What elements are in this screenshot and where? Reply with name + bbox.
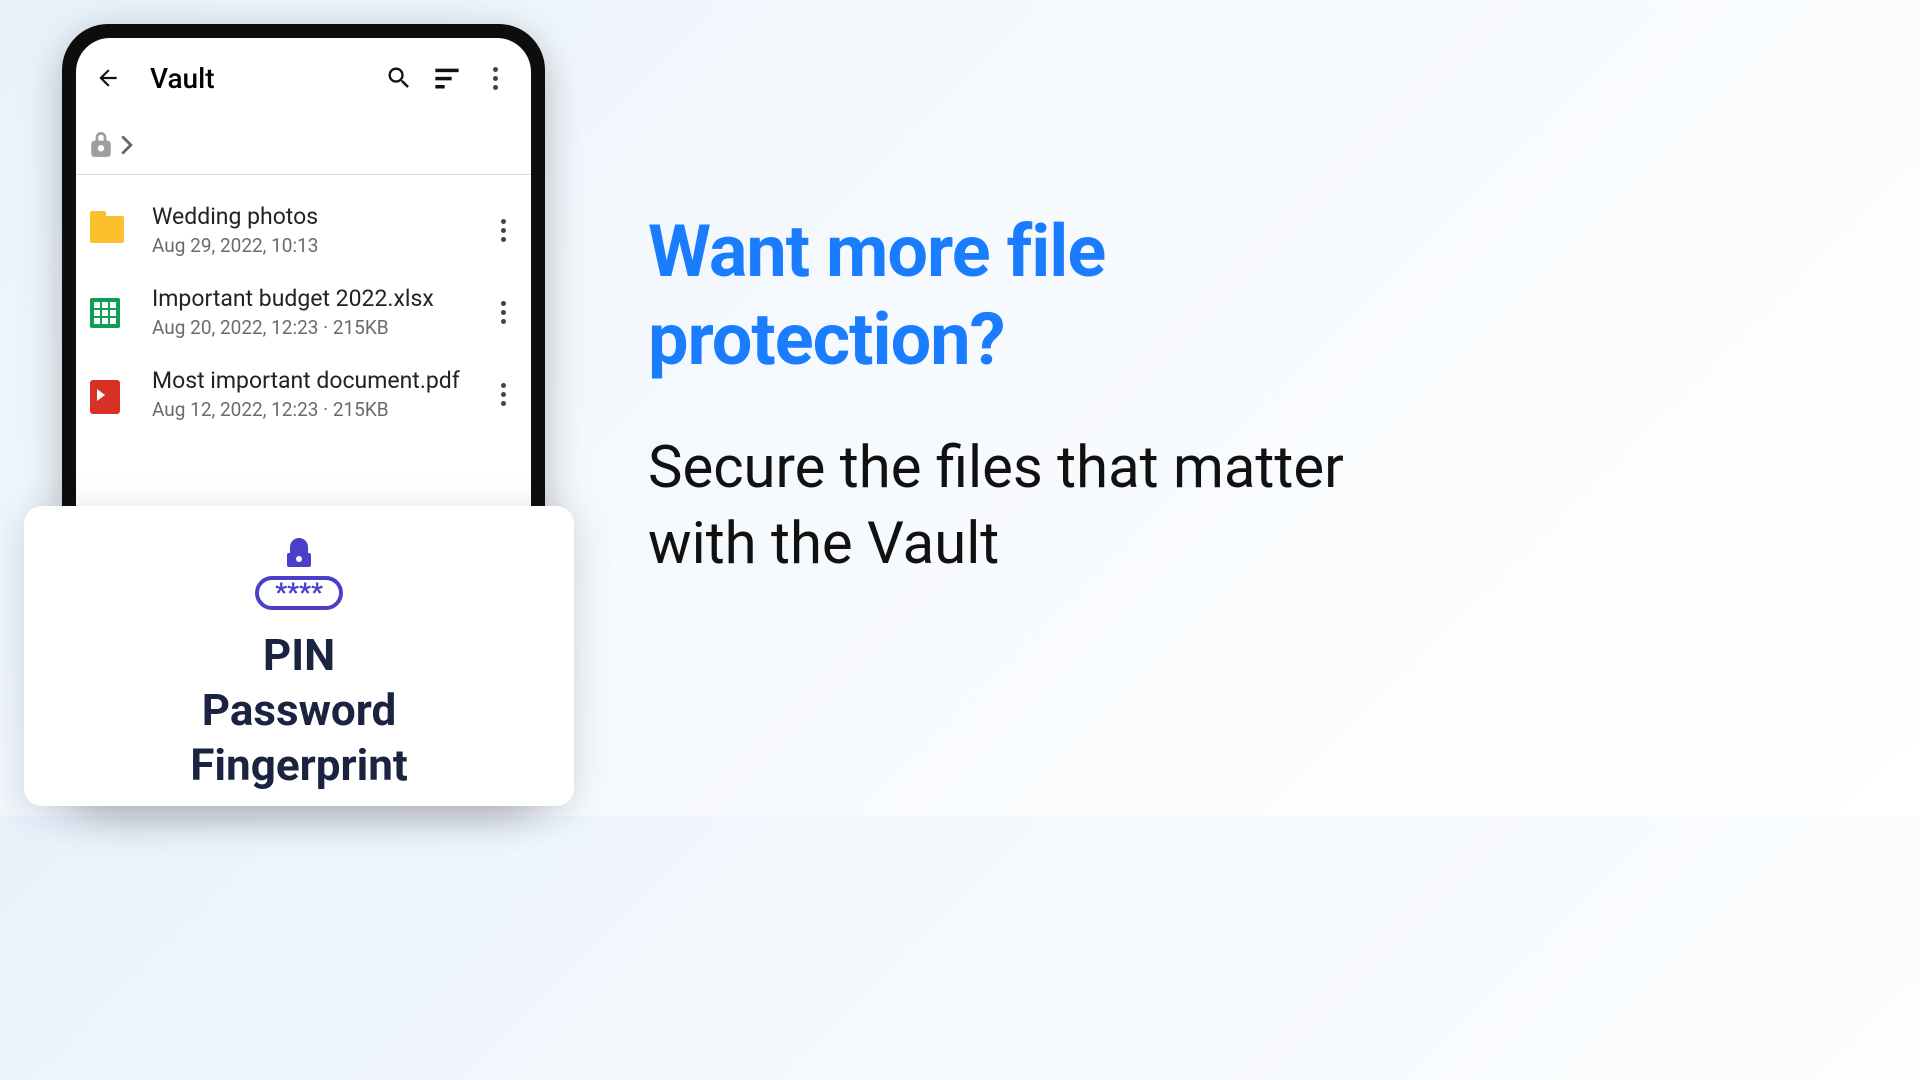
unlock-methods-list: PIN Password Fingerprint — [190, 628, 408, 793]
item-overflow-button[interactable] — [483, 374, 523, 414]
item-overflow-button[interactable] — [483, 292, 523, 332]
search-button[interactable] — [375, 54, 423, 102]
method-pin: PIN — [190, 628, 408, 683]
folder-icon — [90, 216, 124, 244]
subline: Secure the files that matter with the Va… — [648, 430, 1368, 583]
file-meta: Aug 12, 2022, 12:23 · 215KB — [152, 398, 483, 421]
list-item[interactable]: Important budget 2022.xlsx Aug 20, 2022,… — [76, 271, 531, 353]
sort-button[interactable] — [423, 54, 471, 102]
list-item[interactable]: Most important document.pdf Aug 12, 2022… — [76, 353, 531, 435]
list-item[interactable]: Wedding photos Aug 29, 2022, 10:13 — [76, 189, 531, 271]
app-bar: Vault — [76, 38, 531, 118]
file-meta: Aug 29, 2022, 10:13 — [152, 234, 483, 257]
overflow-menu-button[interactable] — [471, 54, 519, 102]
breadcrumb[interactable] — [76, 118, 531, 175]
file-meta: Aug 20, 2022, 12:23 · 215KB — [152, 316, 483, 339]
unlock-methods-card: **** PIN Password Fingerprint — [24, 506, 574, 806]
file-name: Most important document.pdf — [152, 367, 483, 394]
file-name: Wedding photos — [152, 203, 483, 230]
chevron-right-icon — [120, 136, 134, 154]
vault-pin-illustration-icon: **** — [249, 534, 349, 612]
vault-lock-icon — [90, 132, 112, 158]
method-password: Password — [190, 683, 408, 738]
back-button[interactable] — [88, 58, 128, 98]
spreadsheet-icon — [90, 298, 124, 326]
pdf-icon — [90, 380, 124, 408]
item-overflow-button[interactable] — [483, 210, 523, 250]
marketing-copy: Want more file protection? Secure the fi… — [648, 208, 1368, 583]
page-title: Vault — [150, 62, 215, 95]
pin-masked-value: **** — [275, 578, 323, 608]
method-fingerprint: Fingerprint — [190, 738, 408, 793]
more-vert-icon — [493, 67, 498, 90]
headline: Want more file protection? — [648, 208, 1368, 384]
file-name: Important budget 2022.xlsx — [152, 285, 483, 312]
file-list: Wedding photos Aug 29, 2022, 10:13 Impor… — [76, 175, 531, 435]
